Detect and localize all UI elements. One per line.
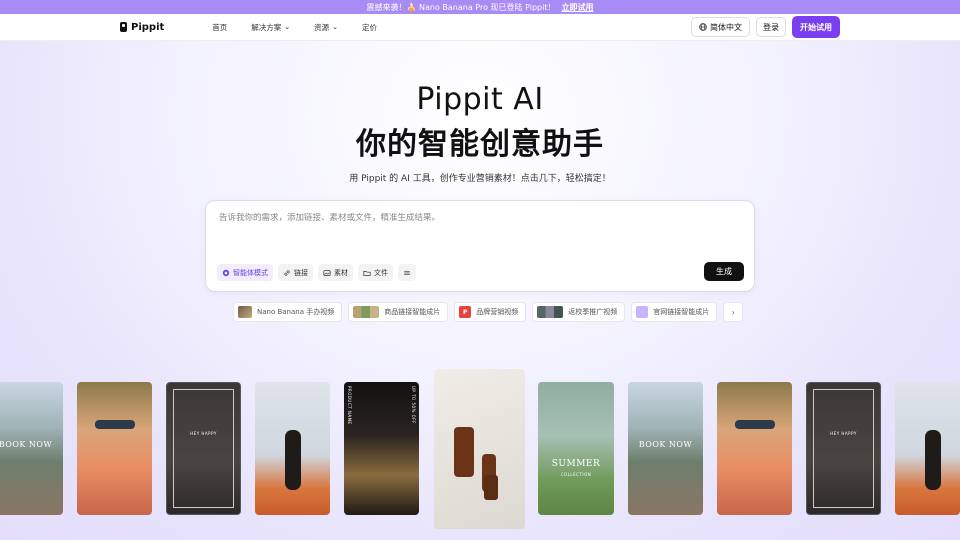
sunglasses-shape [95, 420, 135, 429]
top-nav: Pippit 首页 解决方案 ⌄ 资源 ⌄ 定价 简体中文 登录 开始试用 [0, 14, 960, 41]
settings-button[interactable] [398, 264, 416, 281]
nav-link-label: 首页 [212, 22, 228, 32]
chip-thumbnail [537, 306, 564, 318]
chip-label: 商品链接智能成片 [384, 308, 441, 316]
card-frame [813, 389, 874, 508]
gallery-card[interactable]: HEY HAPPY [806, 382, 881, 515]
link-icon [284, 269, 290, 276]
globe-icon [699, 23, 707, 31]
chip-label: 返校季推广视频 [568, 308, 618, 316]
chevron-down-icon: ⌄ [332, 23, 339, 31]
start-trial-button[interactable]: 开始试用 [792, 16, 840, 38]
hero-title-secondary: 你的智能创意助手 [356, 127, 604, 162]
tool-label: 素材 [334, 268, 348, 277]
brand-logo[interactable]: Pippit [120, 22, 164, 33]
chip-back-to-school[interactable]: 返校季推广视频 [532, 302, 626, 322]
template-gallery: BOOK NOW HEY HAPPY PRODUCT NAME UP TO 50… [0, 369, 960, 531]
bottle-shape [484, 475, 498, 500]
nav-link-label: 解决方案 [251, 22, 282, 32]
card-caption: BOOK NOW [0, 440, 53, 449]
card-caption: HEY HAPPY [190, 431, 217, 436]
tool-label: 链接 [294, 268, 308, 277]
card-caption: PRODUCT NAME [347, 386, 352, 425]
prompt-input[interactable] [219, 213, 719, 223]
person-silhouette [925, 430, 941, 490]
gallery-card[interactable] [255, 382, 330, 515]
card-caption: UP TO 50% OFF [411, 386, 416, 424]
tool-label: 智能体模式 [233, 268, 268, 277]
card-caption: COLLECTION [560, 472, 592, 477]
nav-link-home[interactable]: 首页 [212, 22, 227, 33]
image-icon [323, 269, 331, 276]
language-button[interactable]: 简体中文 [691, 17, 750, 37]
chip-scroll-right-button[interactable]: › [723, 302, 744, 322]
chip-thumbnail [238, 306, 252, 318]
prompt-tools: 智能体模式 链接 素材 文件 [217, 264, 416, 281]
login-button[interactable]: 登录 [756, 17, 786, 37]
card-caption: BOOK NOW [638, 440, 693, 449]
gallery-card-featured[interactable] [434, 369, 525, 529]
agent-mode-button[interactable]: 智能体模式 [217, 264, 273, 281]
chip-label: 品牌营销视频 [476, 308, 519, 316]
language-label: 简体中文 [710, 22, 742, 32]
gallery-card[interactable] [77, 382, 152, 515]
chip-nano-banana[interactable]: Nano Banana 手办视频 [233, 302, 343, 322]
card-frame [173, 389, 234, 508]
chip-brand-marketing[interactable]: P 品牌营销视频 [454, 302, 527, 322]
chevron-right-icon: › [731, 307, 735, 317]
nav-link-resources[interactable]: 资源 ⌄ [314, 22, 338, 33]
pippit-logo-icon [120, 22, 127, 32]
promo-try-link[interactable]: 立即试用 [561, 2, 593, 13]
chip-label: Nano Banana 手办视频 [257, 308, 335, 316]
chip-thumbnail [636, 306, 649, 318]
gallery-card[interactable]: BOOK NOW [0, 382, 63, 515]
link-button[interactable]: 链接 [278, 264, 313, 281]
nav-link-label: 定价 [362, 22, 378, 32]
gallery-card[interactable]: HEY HAPPY [166, 382, 241, 515]
agent-icon [222, 269, 230, 276]
nav-actions: 简体中文 登录 开始试用 [691, 16, 840, 38]
promo-text: 震撼来袭！🍌 Nano Banana Pro 现已登陆 Pippit！ [366, 2, 556, 12]
bottle-shape [454, 427, 474, 477]
chip-label: 官网链接智能成片 [653, 308, 710, 316]
gallery-card[interactable]: PRODUCT NAME UP TO 50% OFF [344, 382, 419, 515]
sunglasses-shape [735, 420, 775, 429]
gallery-card[interactable]: SUMMER COLLECTION [538, 382, 614, 515]
tool-label: 文件 [374, 268, 388, 277]
chip-website-link[interactable]: 官网链接智能成片 [631, 302, 718, 322]
promo-banner: 震撼来袭！🍌 Nano Banana Pro 现已登陆 Pippit！ 立即试用 [0, 0, 960, 14]
nav-link-pricing[interactable]: 定价 [362, 22, 377, 33]
gallery-card[interactable]: BOOK NOW [628, 382, 703, 515]
file-button[interactable]: 文件 [358, 264, 393, 281]
gallery-card[interactable] [895, 382, 960, 515]
media-button[interactable]: 素材 [318, 264, 353, 281]
chip-product-link[interactable]: 商品链接智能成片 [348, 302, 449, 322]
nav-link-label: 资源 [314, 22, 330, 32]
suggestion-chips: Nano Banana 手办视频 商品链接智能成片 P 品牌营销视频 返校季推广… [233, 302, 744, 322]
generate-button[interactable]: 生成 [704, 262, 744, 281]
card-caption: HEY HAPPY [830, 431, 857, 436]
card-caption: SUMMER [551, 459, 601, 469]
nav-links: 首页 解决方案 ⌄ 资源 ⌄ 定价 [212, 22, 377, 33]
chip-thumbnail [353, 306, 380, 318]
nav-link-solutions[interactable]: 解决方案 ⌄ [251, 22, 290, 33]
hero-subtitle: 用 Pippit 的 AI 工具，创作专业营销素材！点击几下，轻松搞定！ [349, 174, 611, 184]
brand-p-icon: P [459, 306, 472, 318]
gallery-card[interactable] [717, 382, 792, 515]
hero-title: Pippit AI [416, 82, 544, 117]
prompt-box: 智能体模式 链接 素材 文件 生成 [205, 200, 755, 292]
sliders-icon [404, 270, 410, 275]
chevron-down-icon: ⌄ [284, 23, 291, 31]
person-silhouette [285, 430, 301, 490]
brand-name: Pippit [131, 21, 165, 33]
folder-icon [363, 270, 371, 276]
